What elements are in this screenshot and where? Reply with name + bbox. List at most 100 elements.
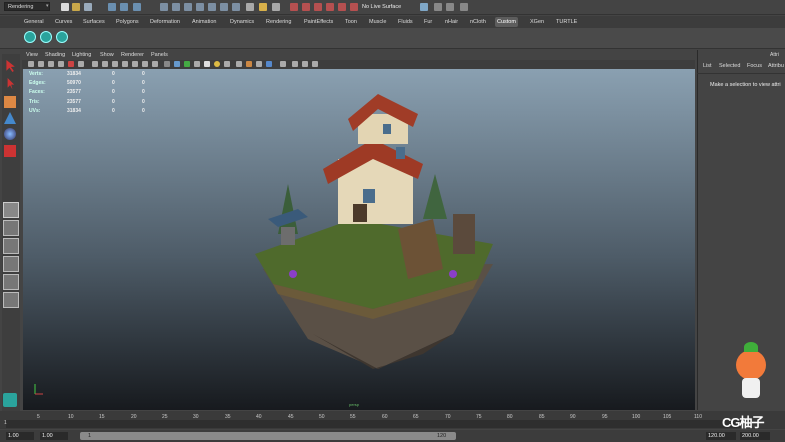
film-gate-icon[interactable] bbox=[78, 61, 84, 67]
range-slider[interactable] bbox=[80, 432, 456, 440]
tab-dynamics[interactable]: Dynamics bbox=[228, 17, 256, 27]
film-icon[interactable] bbox=[292, 61, 298, 67]
time-ruler[interactable] bbox=[6, 420, 746, 428]
snap-grid-icon[interactable] bbox=[160, 3, 168, 11]
hypershade-layout-icon[interactable] bbox=[3, 274, 19, 290]
ae-menu-selected[interactable]: Selected bbox=[719, 63, 740, 69]
isolate-select-icon[interactable] bbox=[236, 61, 242, 67]
all-lights-icon[interactable] bbox=[204, 61, 210, 67]
four-view-layout-icon[interactable] bbox=[3, 220, 19, 236]
safe-action-icon[interactable] bbox=[122, 61, 128, 67]
smooth-shade-icon[interactable] bbox=[152, 61, 158, 67]
sidebar-toggle-icon[interactable] bbox=[434, 3, 442, 11]
ae-menu-attributes[interactable]: Attribu bbox=[768, 63, 784, 69]
tab-surfaces[interactable]: Surfaces bbox=[81, 17, 107, 27]
ipr-render-icon[interactable] bbox=[302, 3, 310, 11]
safe-title-icon[interactable] bbox=[132, 61, 138, 67]
exposure-icon[interactable] bbox=[302, 61, 308, 67]
ae-menu-list[interactable]: List bbox=[703, 63, 712, 69]
perspective-viewport[interactable]: Verts: Edges: Faces: Tris: UVs: 31834 50… bbox=[23, 69, 695, 410]
wireframe-icon[interactable] bbox=[142, 61, 148, 67]
depth-of-field-icon[interactable] bbox=[280, 61, 286, 67]
shadows-icon[interactable] bbox=[214, 61, 220, 67]
new-scene-icon[interactable] bbox=[61, 3, 69, 11]
construction-icon[interactable] bbox=[232, 3, 240, 11]
tab-toon[interactable]: Toon bbox=[343, 17, 359, 27]
gate-mask-icon[interactable] bbox=[102, 61, 108, 67]
tab-custom[interactable]: Custom bbox=[495, 17, 518, 27]
ae-menu-focus[interactable]: Focus bbox=[747, 63, 762, 69]
motion-blur-icon[interactable] bbox=[256, 61, 262, 67]
wireframe-on-shaded-icon[interactable] bbox=[164, 61, 170, 67]
select-component-icon[interactable] bbox=[133, 3, 141, 11]
lock-icon[interactable] bbox=[259, 3, 267, 11]
gamma-icon[interactable] bbox=[312, 61, 318, 67]
tool-settings-icon[interactable] bbox=[460, 3, 468, 11]
tab-general[interactable]: General bbox=[22, 17, 46, 27]
select-object-icon[interactable] bbox=[120, 3, 128, 11]
bookmark-icon[interactable] bbox=[48, 61, 54, 67]
history-icon[interactable] bbox=[220, 3, 228, 11]
custom-shelf-button-1-icon[interactable] bbox=[24, 31, 36, 43]
custom-shelf-button-3-icon[interactable] bbox=[56, 31, 68, 43]
playback-end-field[interactable]: 120.00 bbox=[706, 432, 736, 440]
tab-muscle[interactable]: Muscle bbox=[367, 17, 388, 27]
mudbox-icon[interactable] bbox=[3, 393, 17, 407]
field-chart-icon[interactable] bbox=[112, 61, 118, 67]
open-scene-icon[interactable] bbox=[72, 3, 80, 11]
menu-lighting[interactable]: Lighting bbox=[72, 51, 91, 59]
camera-select-icon[interactable] bbox=[28, 61, 34, 67]
render-settings-icon[interactable] bbox=[272, 3, 280, 11]
tab-xgen[interactable]: XGen bbox=[528, 17, 546, 27]
menu-show[interactable]: Show bbox=[100, 51, 114, 59]
input-line-icon[interactable] bbox=[420, 3, 428, 11]
single-perspective-layout-icon[interactable] bbox=[3, 202, 19, 218]
outliner-layout-icon[interactable] bbox=[3, 292, 19, 308]
render-region-icon[interactable] bbox=[338, 3, 346, 11]
playback-start-field[interactable]: 1.00 bbox=[40, 432, 68, 440]
tab-curves[interactable]: Curves bbox=[53, 17, 74, 27]
tab-fluids[interactable]: Fluids bbox=[396, 17, 415, 27]
custom-shelf-button-2-icon[interactable] bbox=[40, 31, 52, 43]
xray-icon[interactable] bbox=[174, 61, 180, 67]
grid-toggle-icon[interactable] bbox=[68, 61, 74, 67]
attribute-toggle-icon[interactable] bbox=[446, 3, 454, 11]
snap-curve-icon[interactable] bbox=[172, 3, 180, 11]
persp-graph-layout-icon[interactable] bbox=[3, 256, 19, 272]
tab-ncloth[interactable]: nCloth bbox=[468, 17, 488, 27]
snap-point-icon[interactable] bbox=[184, 3, 192, 11]
animation-end-field[interactable]: 200.00 bbox=[740, 432, 770, 440]
menu-shading[interactable]: Shading bbox=[45, 51, 65, 59]
hud-icon[interactable] bbox=[224, 61, 230, 67]
animation-start-field[interactable]: 1.00 bbox=[6, 432, 34, 440]
tab-polygons[interactable]: Polygons bbox=[114, 17, 141, 27]
paint-select-icon[interactable] bbox=[4, 96, 16, 108]
anti-alias-icon[interactable] bbox=[266, 61, 272, 67]
tab-animation[interactable]: Animation bbox=[190, 17, 218, 27]
render-globals-icon[interactable] bbox=[314, 3, 322, 11]
tab-painteffects[interactable]: PaintEffects bbox=[302, 17, 335, 27]
render-icon[interactable] bbox=[290, 3, 298, 11]
scale-tool-icon[interactable] bbox=[4, 145, 16, 157]
menu-view[interactable]: View bbox=[26, 51, 38, 59]
texture-icon[interactable] bbox=[184, 61, 190, 67]
save-scene-icon[interactable] bbox=[84, 3, 92, 11]
snap-surface-icon[interactable] bbox=[208, 3, 216, 11]
camera-attributes-icon[interactable] bbox=[38, 61, 44, 67]
menu-set-dropdown[interactable]: Rendering bbox=[4, 2, 50, 11]
resolution-gate-icon[interactable] bbox=[92, 61, 98, 67]
image-plane-icon[interactable] bbox=[58, 61, 64, 67]
live-surface-label[interactable]: No Live Surface bbox=[362, 3, 401, 11]
ambient-occlusion-icon[interactable] bbox=[246, 61, 252, 67]
menu-panels[interactable]: Panels bbox=[151, 51, 168, 59]
rotate-tool-icon[interactable] bbox=[4, 128, 16, 140]
tab-turtle[interactable]: TURTLE bbox=[554, 17, 579, 27]
select-hierarchy-icon[interactable] bbox=[108, 3, 116, 11]
render-view-icon[interactable] bbox=[246, 3, 254, 11]
batch-render-icon[interactable] bbox=[350, 3, 358, 11]
tab-fur[interactable]: Fur bbox=[422, 17, 434, 27]
default-light-icon[interactable] bbox=[194, 61, 200, 67]
hypershade-icon[interactable] bbox=[326, 3, 334, 11]
persp-outliner-layout-icon[interactable] bbox=[3, 238, 19, 254]
tab-nhair[interactable]: nHair bbox=[443, 17, 460, 27]
